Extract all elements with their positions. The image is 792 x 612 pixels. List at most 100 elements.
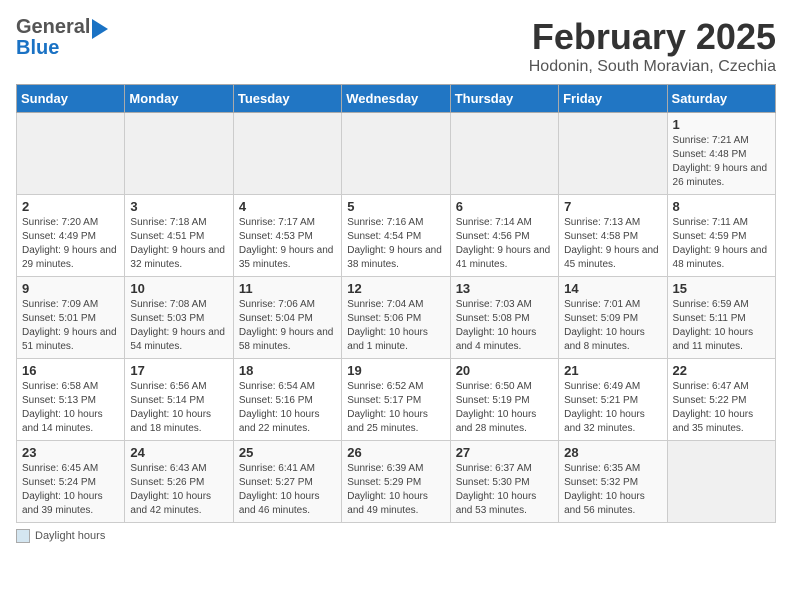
day-number: 14 — [564, 281, 661, 296]
legend-label: Daylight hours — [35, 530, 105, 542]
weekday-header-cell: Tuesday — [233, 85, 341, 113]
calendar-cell: 6 Sunrise: 7:14 AM Sunset: 4:56 PM Daylig… — [450, 195, 558, 277]
day-info: Sunrise: 6:47 AM Sunset: 5:22 PM Dayligh… — [673, 380, 770, 436]
calendar-table: SundayMondayTuesdayWednesdayThursdayFrid… — [16, 84, 776, 523]
day-number: 16 — [22, 363, 119, 378]
calendar-cell: 28 Sunrise: 6:35 AM Sunset: 5:32 PM Dayli… — [559, 441, 667, 523]
calendar-week-row: 23 Sunrise: 6:45 AM Sunset: 5:24 PM Dayli… — [17, 441, 776, 523]
weekday-header-cell: Wednesday — [342, 85, 450, 113]
calendar-cell: 3 Sunrise: 7:18 AM Sunset: 4:51 PM Daylig… — [125, 195, 233, 277]
calendar-cell: 5Sunrise: 7:16 AM Sunset: 4:54 PM Daylig… — [342, 195, 450, 277]
day-number: 28 — [564, 445, 661, 460]
day-info: Sunrise: 6:39 AM Sunset: 5:29 PM Dayligh… — [347, 462, 444, 518]
day-number: 15 — [673, 281, 770, 296]
calendar-cell: 18 Sunrise: 6:54 AM Sunset: 5:16 PM Dayli… — [233, 359, 341, 441]
weekday-header-cell: Monday — [125, 85, 233, 113]
calendar-cell: 10Sunrise: 7:08 AM Sunset: 5:03 PM Dayli… — [125, 277, 233, 359]
calendar-cell: 11 Sunrise: 7:06 AM Sunset: 5:04 PM Dayli… — [233, 277, 341, 359]
day-number: 12 — [347, 281, 444, 296]
day-info: Sunrise: 6:35 AM Sunset: 5:32 PM Dayligh… — [564, 462, 661, 518]
day-number: 23 — [22, 445, 119, 460]
day-info: Sunrise: 6:37 AM Sunset: 5:30 PM Dayligh… — [456, 462, 553, 518]
day-info: Sunrise: 7:01 AM Sunset: 5:09 PM Dayligh… — [564, 298, 661, 354]
day-number: 17 — [130, 363, 227, 378]
calendar-cell — [17, 113, 125, 195]
day-number: 24 — [130, 445, 227, 460]
logo-arrow-icon — [92, 19, 108, 39]
day-number: 11 — [239, 281, 336, 296]
day-number: 18 — [239, 363, 336, 378]
calendar-cell: 12 Sunrise: 7:04 AM Sunset: 5:06 PM Dayli… — [342, 277, 450, 359]
calendar-title: February 2025 — [529, 16, 776, 58]
day-info: Sunrise: 6:43 AM Sunset: 5:26 PM Dayligh… — [130, 462, 227, 518]
day-info: Sunrise: 6:50 AM Sunset: 5:19 PM Dayligh… — [456, 380, 553, 436]
day-info: Sunrise: 6:54 AM Sunset: 5:16 PM Dayligh… — [239, 380, 336, 436]
day-info: Sunrise: 6:49 AM Sunset: 5:21 PM Dayligh… — [564, 380, 661, 436]
day-info: Sunrise: 7:13 AM Sunset: 4:58 PM Dayligh… — [564, 216, 661, 272]
calendar-cell: 4 Sunrise: 7:17 AM Sunset: 4:53 PM Daylig… — [233, 195, 341, 277]
logo: General Blue — [16, 16, 108, 60]
calendar-cell: 23 Sunrise: 6:45 AM Sunset: 5:24 PM Dayli… — [17, 441, 125, 523]
calendar-cell: 8 Sunrise: 7:11 AM Sunset: 4:59 PM Daylig… — [667, 195, 775, 277]
calendar-cell — [342, 113, 450, 195]
day-number: 19 — [347, 363, 444, 378]
day-number: 26 — [347, 445, 444, 460]
day-number: 9 — [22, 281, 119, 296]
calendar-cell: 25Sunrise: 6:41 AM Sunset: 5:27 PM Dayli… — [233, 441, 341, 523]
day-number: 3 — [130, 199, 227, 214]
day-info: Sunrise: 6:52 AM Sunset: 5:17 PM Dayligh… — [347, 380, 444, 436]
day-info: Sunrise: 7:09 AM Sunset: 5:01 PM Dayligh… — [22, 298, 119, 354]
calendar-subtitle: Hodonin, South Moravian, Czechia — [529, 58, 776, 76]
weekday-header-cell: Thursday — [450, 85, 558, 113]
logo-blue-text: Blue — [16, 37, 59, 59]
calendar-cell: 19 Sunrise: 6:52 AM Sunset: 5:17 PM Dayli… — [342, 359, 450, 441]
calendar-cell: 17 Sunrise: 6:56 AM Sunset: 5:14 PM Dayli… — [125, 359, 233, 441]
calendar-cell: 1Sunrise: 7:21 AM Sunset: 4:48 PM Daylig… — [667, 113, 775, 195]
legend-color-box — [16, 529, 30, 543]
day-number: 13 — [456, 281, 553, 296]
day-info: Sunrise: 7:18 AM Sunset: 4:51 PM Dayligh… — [130, 216, 227, 272]
calendar-cell — [667, 441, 775, 523]
day-info: Sunrise: 7:06 AM Sunset: 5:04 PM Dayligh… — [239, 298, 336, 354]
day-number: 22 — [673, 363, 770, 378]
calendar-cell: 22 Sunrise: 6:47 AM Sunset: 5:22 PM Dayli… — [667, 359, 775, 441]
title-block: February 2025 Hodonin, South Moravian, C… — [529, 16, 776, 76]
calendar-cell — [559, 113, 667, 195]
calendar-cell: 21 Sunrise: 6:49 AM Sunset: 5:21 PM Dayli… — [559, 359, 667, 441]
day-number: 20 — [456, 363, 553, 378]
weekday-header-cell: Sunday — [17, 85, 125, 113]
calendar-cell: 15 Sunrise: 6:59 AM Sunset: 5:11 PM Dayli… — [667, 277, 775, 359]
day-number: 4 — [239, 199, 336, 214]
day-info: Sunrise: 7:16 AM Sunset: 4:54 PM Dayligh… — [347, 216, 444, 272]
calendar-cell: 16 Sunrise: 6:58 AM Sunset: 5:13 PM Dayli… — [17, 359, 125, 441]
day-number: 27 — [456, 445, 553, 460]
day-info: Sunrise: 6:59 AM Sunset: 5:11 PM Dayligh… — [673, 298, 770, 354]
day-info: Sunrise: 6:41 AM Sunset: 5:27 PM Dayligh… — [239, 462, 336, 518]
day-number: 6 — [456, 199, 553, 214]
day-number: 8 — [673, 199, 770, 214]
day-info: Sunrise: 6:56 AM Sunset: 5:14 PM Dayligh… — [130, 380, 227, 436]
day-info: Sunrise: 7:04 AM Sunset: 5:06 PM Dayligh… — [347, 298, 444, 354]
calendar-week-row: 2Sunrise: 7:20 AM Sunset: 4:49 PM Daylig… — [17, 195, 776, 277]
calendar-week-row: 1Sunrise: 7:21 AM Sunset: 4:48 PM Daylig… — [17, 113, 776, 195]
day-number: 21 — [564, 363, 661, 378]
day-info: Sunrise: 7:17 AM Sunset: 4:53 PM Dayligh… — [239, 216, 336, 272]
legend: Daylight hours — [16, 529, 776, 543]
calendar-cell: 2Sunrise: 7:20 AM Sunset: 4:49 PM Daylig… — [17, 195, 125, 277]
day-number: 1 — [673, 117, 770, 132]
calendar-week-row: 16 Sunrise: 6:58 AM Sunset: 5:13 PM Dayli… — [17, 359, 776, 441]
calendar-cell: 7Sunrise: 7:13 AM Sunset: 4:58 PM Daylig… — [559, 195, 667, 277]
logo-general-text: General — [16, 16, 90, 39]
day-info: Sunrise: 7:11 AM Sunset: 4:59 PM Dayligh… — [673, 216, 770, 272]
weekday-header-row: SundayMondayTuesdayWednesdayThursdayFrid… — [17, 85, 776, 113]
calendar-cell — [125, 113, 233, 195]
calendar-week-row: 9 Sunrise: 7:09 AM Sunset: 5:01 PM Daylig… — [17, 277, 776, 359]
header: General Blue February 2025 Hodonin, Sout… — [16, 16, 776, 76]
weekday-header-cell: Saturday — [667, 85, 775, 113]
calendar-cell: 24 Sunrise: 6:43 AM Sunset: 5:26 PM Dayli… — [125, 441, 233, 523]
calendar-cell: 13 Sunrise: 7:03 AM Sunset: 5:08 PM Dayli… — [450, 277, 558, 359]
day-info: Sunrise: 6:58 AM Sunset: 5:13 PM Dayligh… — [22, 380, 119, 436]
day-info: Sunrise: 6:45 AM Sunset: 5:24 PM Dayligh… — [22, 462, 119, 518]
day-info: Sunrise: 7:14 AM Sunset: 4:56 PM Dayligh… — [456, 216, 553, 272]
day-info: Sunrise: 7:03 AM Sunset: 5:08 PM Dayligh… — [456, 298, 553, 354]
